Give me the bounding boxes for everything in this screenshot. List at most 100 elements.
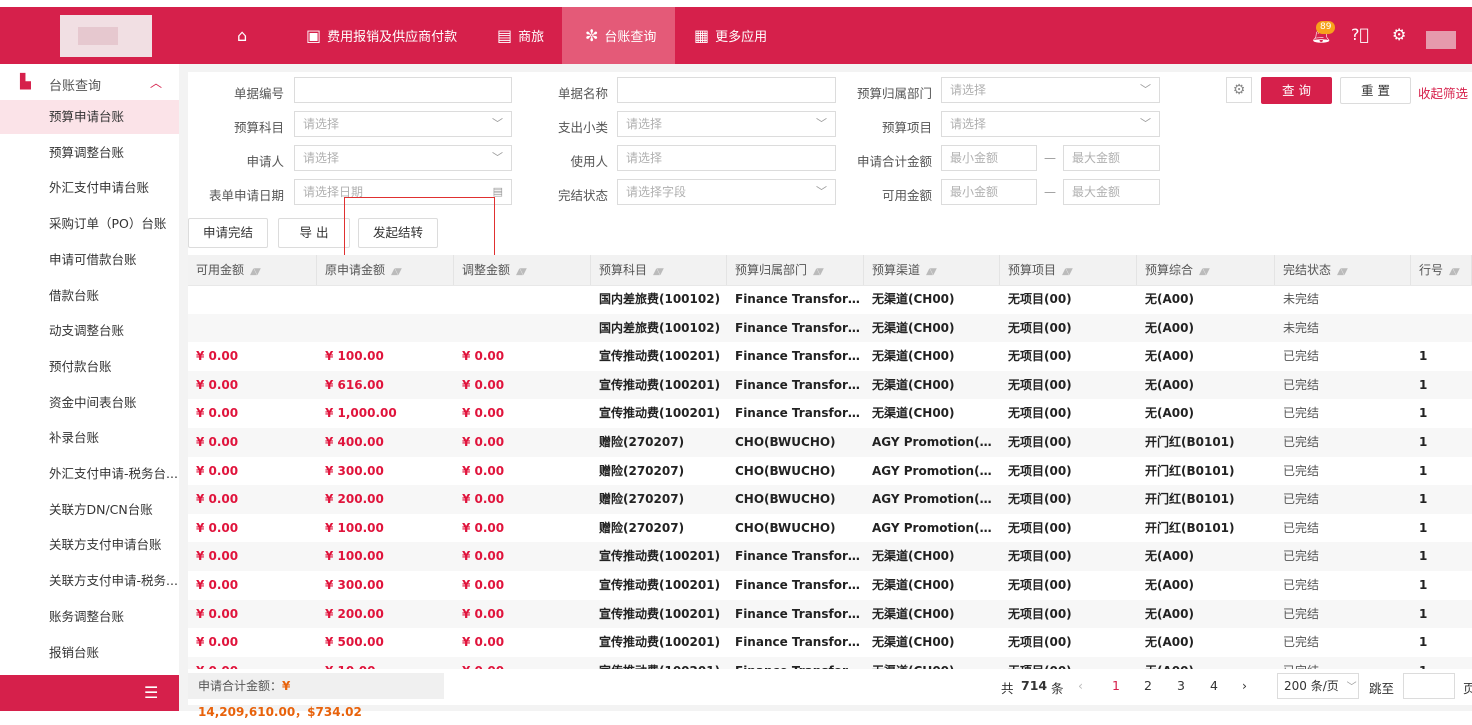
reset-button[interactable]: 重 置: [1340, 77, 1411, 104]
user-avatar[interactable]: [1426, 31, 1456, 49]
table-cell: 未完结: [1283, 292, 1320, 306]
sort-icon[interactable]: ▲▼: [516, 267, 527, 277]
sidebar-item[interactable]: 报销台账: [0, 636, 179, 670]
nav-more-apps[interactable]: ▦ 更多应用: [694, 7, 767, 64]
column-header[interactable]: 完结状态 ▲▼: [1275, 255, 1411, 285]
nav-expense[interactable]: ▣ 费用报销及供应商付款: [306, 7, 457, 64]
column-header[interactable]: 预算渠道 ▲▼: [864, 255, 1000, 285]
table-cell: 无项目(00): [1008, 320, 1072, 335]
table-row[interactable]: ¥ 0.00 ¥ 300.00 ¥ 0.00 赠险(270207) CHO(BWUCHO…: [188, 457, 1472, 486]
table-row[interactable]: ¥ 0.00 ¥ 100.00 ¥ 0.00 赠险(270207) CHO(BWUCHO…: [188, 514, 1472, 543]
column-settings-button[interactable]: ⚙: [1226, 77, 1252, 103]
query-button[interactable]: 查 询: [1261, 77, 1332, 104]
budget-subject-select[interactable]: 请选择 ﹀: [294, 111, 512, 137]
sidebar-item[interactable]: 关联方支付申请台账: [0, 528, 179, 562]
close-status-select[interactable]: 请选择字段 ﹀: [617, 179, 836, 205]
table-row[interactable]: 国内差旅费(100102) Finance Transformat... 无渠道(C…: [188, 285, 1472, 314]
sort-icon[interactable]: ▲▼: [926, 267, 937, 277]
sidebar-group-ledger-query[interactable]: ▙ 台账查询 ︿: [0, 64, 179, 100]
sidebar-item[interactable]: 外汇支付申请-税务台...: [0, 457, 179, 491]
doc-name-input[interactable]: [617, 77, 836, 103]
table-row[interactable]: ¥ 0.00 ¥ 1,000.00 ¥ 0.00 宣传推动费(100201) Finan…: [188, 399, 1472, 428]
settings-icon[interactable]: ⚙: [1392, 25, 1406, 44]
budget-dept-select[interactable]: 请选择 ﹀: [941, 77, 1160, 103]
sort-icon[interactable]: ▲▼: [653, 267, 664, 277]
sidebar-item[interactable]: 采购订单（PO）台账: [0, 207, 179, 241]
table-cell: ¥ 0.00: [196, 578, 239, 592]
sidebar-item[interactable]: 动支调整台账: [0, 314, 179, 348]
table-cell: 宣传推动费(100201): [599, 377, 721, 392]
table-row[interactable]: ¥ 0.00 ¥ 100.00 ¥ 0.00 宣传推动费(100201) Finance…: [188, 342, 1472, 371]
doc-no-input[interactable]: [294, 77, 512, 103]
sort-icon[interactable]: ▲▼: [391, 267, 402, 277]
sidebar-item[interactable]: 预付款台账: [0, 350, 179, 384]
table-cell: 无(A00): [1145, 635, 1194, 650]
table-row[interactable]: ¥ 0.00 ¥ 400.00 ¥ 0.00 赠险(270207) CHO(BWUCHO…: [188, 428, 1472, 457]
sidebar-item[interactable]: 关联方DN/CN台账: [0, 493, 179, 527]
menu-collapse-icon[interactable]: ☰: [144, 683, 158, 702]
sidebar-item[interactable]: 资金中间表台账: [0, 386, 179, 420]
available-amt-min-input[interactable]: 最小金额: [941, 179, 1037, 205]
export-button[interactable]: 导 出: [278, 218, 350, 248]
nav-travel[interactable]: ▤ 商旅: [497, 7, 544, 64]
next-page-icon[interactable]: ›: [1242, 678, 1247, 693]
table-cell: 已完结: [1283, 463, 1320, 478]
page-1[interactable]: 1: [1112, 678, 1120, 693]
budget-project-select[interactable]: 请选择 ﹀: [941, 111, 1160, 137]
sort-icon[interactable]: ▲▼: [250, 267, 261, 277]
sidebar-item[interactable]: 借款台账: [0, 279, 179, 313]
available-amt-max-input[interactable]: 最大金额: [1063, 179, 1160, 205]
prev-page-icon[interactable]: ‹: [1078, 678, 1083, 693]
sidebar-item[interactable]: 申请可借款台账: [0, 243, 179, 277]
apply-total-min-input[interactable]: 最小金额: [941, 145, 1037, 171]
sort-icon[interactable]: ▲▼: [1199, 267, 1210, 277]
column-header[interactable]: 调整金额 ▲▼: [454, 255, 591, 285]
highlight-annotation: [344, 197, 495, 264]
table-row[interactable]: ¥ 0.00¥ 10.00¥ 0.00宣传推动费(100201)Finance …: [188, 656, 1472, 669]
help-icon[interactable]: ?⃝: [1351, 25, 1369, 44]
sort-icon[interactable]: ▲▼: [813, 267, 824, 277]
table-row[interactable]: ¥ 0.00 ¥ 616.00 ¥ 0.00 宣传推动费(100201) Finance…: [188, 370, 1472, 400]
sidebar-item[interactable]: 关联方支付申请-税务...: [0, 564, 179, 598]
table-cell: Finance Transformat...: [727, 657, 864, 669]
sidebar-item[interactable]: 预算申请台账: [0, 100, 179, 134]
collapse-filter-link[interactable]: 收起筛选: [1418, 83, 1468, 102]
column-header[interactable]: 预算项目 ▲▼: [1000, 255, 1137, 285]
sort-icon[interactable]: ▲▼: [1062, 267, 1073, 277]
logo[interactable]: [60, 15, 152, 57]
page-3[interactable]: 3: [1177, 678, 1185, 693]
table-cell: 1: [1419, 549, 1428, 564]
apply-total-max-input[interactable]: 最大金额: [1063, 145, 1160, 171]
page-2[interactable]: 2: [1144, 678, 1152, 693]
nav-expense-label: 费用报销及供应商付款: [327, 30, 458, 45]
sidebar-item[interactable]: 预算调整台账: [0, 136, 179, 170]
table-row[interactable]: ¥ 0.00 ¥ 500.00 ¥ 0.00 宣传推动费(100201) Finance…: [188, 628, 1472, 657]
page-size-select[interactable]: 200 条/页 ﹀: [1277, 673, 1359, 699]
table-row[interactable]: ¥ 0.00 ¥ 100.00 ¥ 0.00 宣传推动费(100201) Finance…: [188, 542, 1472, 571]
expense-subcat-select[interactable]: 请选择 ﹀: [617, 111, 836, 137]
table-row[interactable]: ¥ 0.00 ¥ 200.00 ¥ 0.00 赠险(270207) CHO(BWUCHO…: [188, 485, 1472, 514]
column-header[interactable]: 行号 ▲▼: [1411, 255, 1472, 285]
table-cell: 1: [1419, 463, 1428, 478]
nav-ledger-query[interactable]: ✼ 台账查询: [562, 7, 675, 64]
user-select[interactable]: 请选择: [617, 145, 836, 171]
applicant-select[interactable]: 请选择 ﹀: [294, 145, 512, 171]
column-header[interactable]: 预算综合 ▲▼: [1137, 255, 1275, 285]
table-row[interactable]: 国内差旅费(100102) Finance Transformat... 无渠道(C…: [188, 313, 1472, 343]
apply-close-button[interactable]: 申请完结: [188, 218, 268, 248]
sidebar-item[interactable]: 账务调整台账: [0, 600, 179, 634]
column-header[interactable]: 预算归属部门 ▲▼: [727, 255, 864, 285]
sidebar-item[interactable]: 外汇支付申请台账: [0, 171, 179, 205]
table-cell: ¥ 300.00: [325, 463, 384, 478]
sidebar-item[interactable]: 补录台账: [0, 421, 179, 455]
table-row[interactable]: ¥ 0.00 ¥ 300.00 ¥ 0.00 宣传推动费(100201) Finance…: [188, 571, 1472, 600]
column-header[interactable]: 预算科目 ▲▼: [591, 255, 727, 285]
column-header[interactable]: 原申请金额 ▲▼: [317, 255, 454, 285]
sort-icon[interactable]: ▲▼: [1449, 267, 1460, 277]
table-row[interactable]: ¥ 0.00 ¥ 200.00 ¥ 0.00 宣传推动费(100201) Finance…: [188, 599, 1472, 629]
nav-home[interactable]: ⌂: [237, 7, 247, 64]
sort-icon[interactable]: ▲▼: [1337, 267, 1348, 277]
column-header[interactable]: 可用金额 ▲▼: [188, 255, 317, 285]
page-4[interactable]: 4: [1210, 678, 1218, 693]
jump-page-input[interactable]: [1403, 673, 1455, 699]
